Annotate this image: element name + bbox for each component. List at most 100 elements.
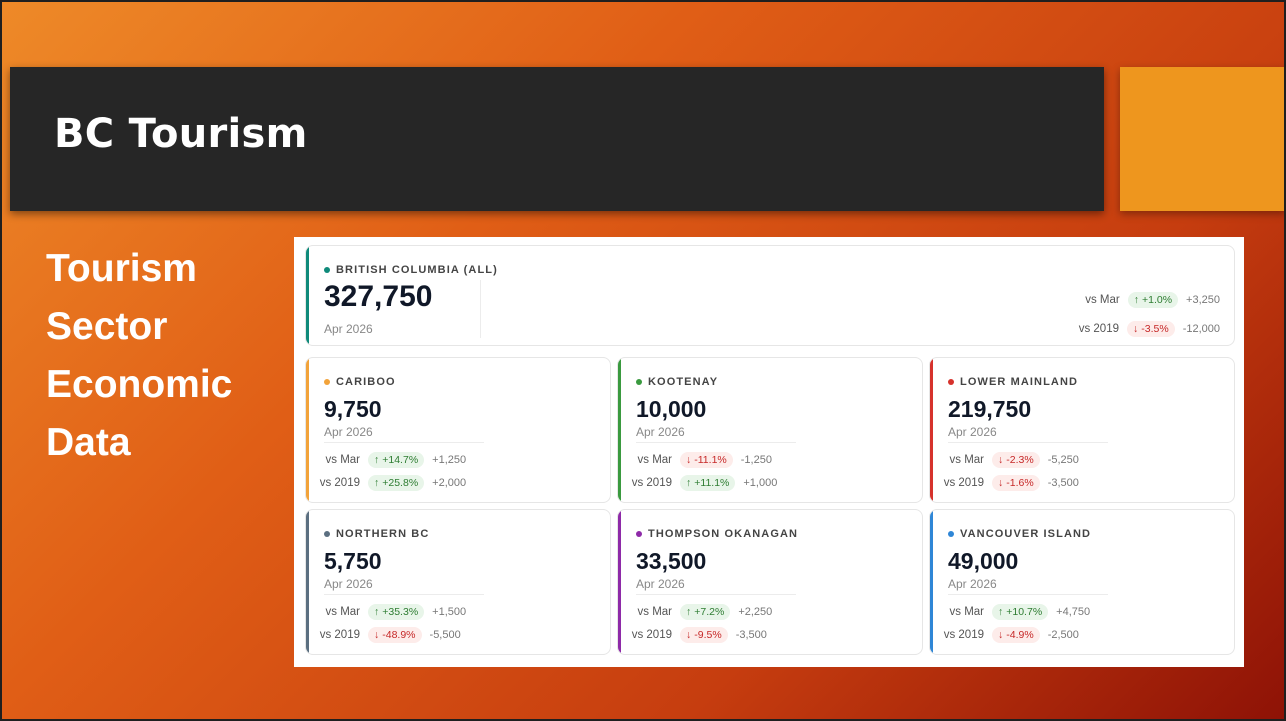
change-percent: -3.5% [1141,323,1169,335]
region-header: THOMPSON OKANAGAN [636,528,798,540]
region-period: Apr 2026 [636,577,685,591]
change-absolute: +2,000 [432,477,467,489]
region-header: KOOTENAY [636,376,718,388]
change-percent: +11.1% [694,477,730,489]
region-header: VANCOUVER ISLAND [948,528,1091,540]
region-value: 9,750 [324,396,382,422]
change-absolute: -5,250 [1047,454,1079,466]
region-value: 33,500 [636,548,707,574]
region-dot-icon [948,379,954,385]
arrow-up-icon: ↑ [1133,294,1139,306]
region-card-thompson-okanagan: THOMPSON OKANAGAN 33,500 Apr 2026 vs Mar… [617,509,923,655]
change-percent: +25.8% [382,477,419,489]
change-badge: ↑ +14.7% [368,452,425,468]
region-dot-icon [948,531,954,537]
comparison-label: vs Mar [325,454,361,466]
arrow-up-icon: ↑ [374,477,380,489]
change-percent: -2.3% [1006,454,1034,466]
change-percent: +1.0% [1141,294,1173,306]
region-dot-icon [324,267,330,273]
change-absolute: +4,750 [1056,606,1091,618]
comparison-label: vs 2019 [319,477,360,489]
change-badge: ↓ -48.9% [368,627,422,643]
change-badge: ↑ +25.8% [368,475,425,491]
change-badge: ↓ -2.3% [992,452,1040,468]
comparison-label: vs Mar [637,454,673,466]
region-period: Apr 2026 [324,577,373,591]
arrow-up-icon: ↑ [998,606,1004,618]
region-card-cariboo: CARIBOO 9,750 Apr 2026 vs Mar ↑ +14.7% +1,2… [305,357,611,503]
region-period: Apr 2026 [636,425,685,439]
comparison-vs-2019: vs 2019 ↑ +11.1% +1,000 [630,475,777,491]
divider [948,442,1108,443]
region-dot-icon [324,531,330,537]
region-value: 10,000 [636,396,707,422]
comparison-vs-mar: vs Mar ↑ +35.3% +1,500 [318,604,466,620]
change-percent: -1.6% [1006,477,1034,489]
comparison-label: vs Mar [325,606,361,618]
region-value: 219,750 [948,396,1032,422]
summary-value: 327,750 [324,280,433,313]
change-absolute: -2,500 [1047,629,1079,641]
region-name: CARIBOO [336,376,396,388]
comparison-label: vs 2019 [631,477,672,489]
region-period: Apr 2026 [948,577,997,591]
region-header: CARIBOO [324,376,396,388]
change-percent: -48.9% [382,629,416,641]
slide-title: BC Tourism [54,111,308,157]
comparison-vs-mar: vs Mar ↑ +7.2% +2,250 [630,604,772,620]
comparison-vs-mar: vs Mar ↑ +1.0% +3,250 [1078,292,1220,308]
subtitle-line: Data [46,421,131,464]
change-absolute: -5,500 [429,629,461,641]
change-percent: -9.5% [694,629,722,641]
change-absolute: +1,500 [432,606,467,618]
comparison-vs-mar: vs Mar ↓ -11.1% -1,250 [630,452,772,468]
region-period: Apr 2026 [324,425,373,439]
comparison-vs-mar: vs Mar ↑ +14.7% +1,250 [318,452,466,468]
arrow-down-icon: ↓ [686,454,692,466]
comparison-label: vs 2019 [943,629,984,641]
region-card-kootenay: KOOTENAY 10,000 Apr 2026 vs Mar ↓ -11.1% -1… [617,357,923,503]
region-card-northern-bc: NORTHERN BC 5,750 Apr 2026 vs Mar ↑ +35.3%… [305,509,611,655]
change-percent: -11.1% [694,454,727,466]
divider [636,594,796,595]
arrow-up-icon: ↑ [374,454,380,466]
change-absolute: -3,500 [1047,477,1079,489]
arrow-up-icon: ↑ [686,606,692,618]
divider [948,594,1108,595]
arrow-down-icon: ↓ [374,629,380,641]
change-badge: ↓ -1.6% [992,475,1040,491]
divider [324,594,484,595]
title-bar: BC Tourism [10,67,1104,211]
comparison-label: vs 2019 [1078,323,1119,335]
subtitle-line: Economic [46,363,233,406]
arrow-up-icon: ↑ [686,477,692,489]
divider [324,442,484,443]
accent-square [1120,67,1286,211]
change-absolute: -1,250 [740,454,772,466]
change-badge: ↓ -4.9% [992,627,1040,643]
change-absolute: +2,250 [738,606,773,618]
change-absolute: +1,000 [743,477,778,489]
region-name: NORTHERN BC [336,528,430,540]
change-badge: ↓ -11.1% [680,452,733,468]
region-name: KOOTENAY [648,376,719,388]
change-badge: ↑ +35.3% [368,604,425,620]
arrow-down-icon: ↓ [686,629,692,641]
region-dot-icon [324,379,330,385]
region-name: BRITISH COLUMBIA (ALL) [336,264,498,276]
region-header: BRITISH COLUMBIA (ALL) [324,264,498,276]
region-value: 49,000 [948,548,1019,574]
arrow-down-icon: ↓ [1133,323,1139,335]
change-absolute: +1,250 [432,454,467,466]
arrow-down-icon: ↓ [998,454,1004,466]
region-name: LOWER MAINLAND [960,376,1079,388]
comparison-label: vs 2019 [631,629,672,641]
dashboard-panel: BRITISH COLUMBIA (ALL) 327,750 Apr 2026 … [294,237,1244,667]
comparison-label: vs Mar [949,454,985,466]
change-badge: ↑ +11.1% [680,475,736,491]
change-badge: ↑ +10.7% [992,604,1049,620]
change-percent: +14.7% [382,454,419,466]
region-dot-icon [636,379,642,385]
change-badge: ↓ -3.5% [1127,321,1175,337]
